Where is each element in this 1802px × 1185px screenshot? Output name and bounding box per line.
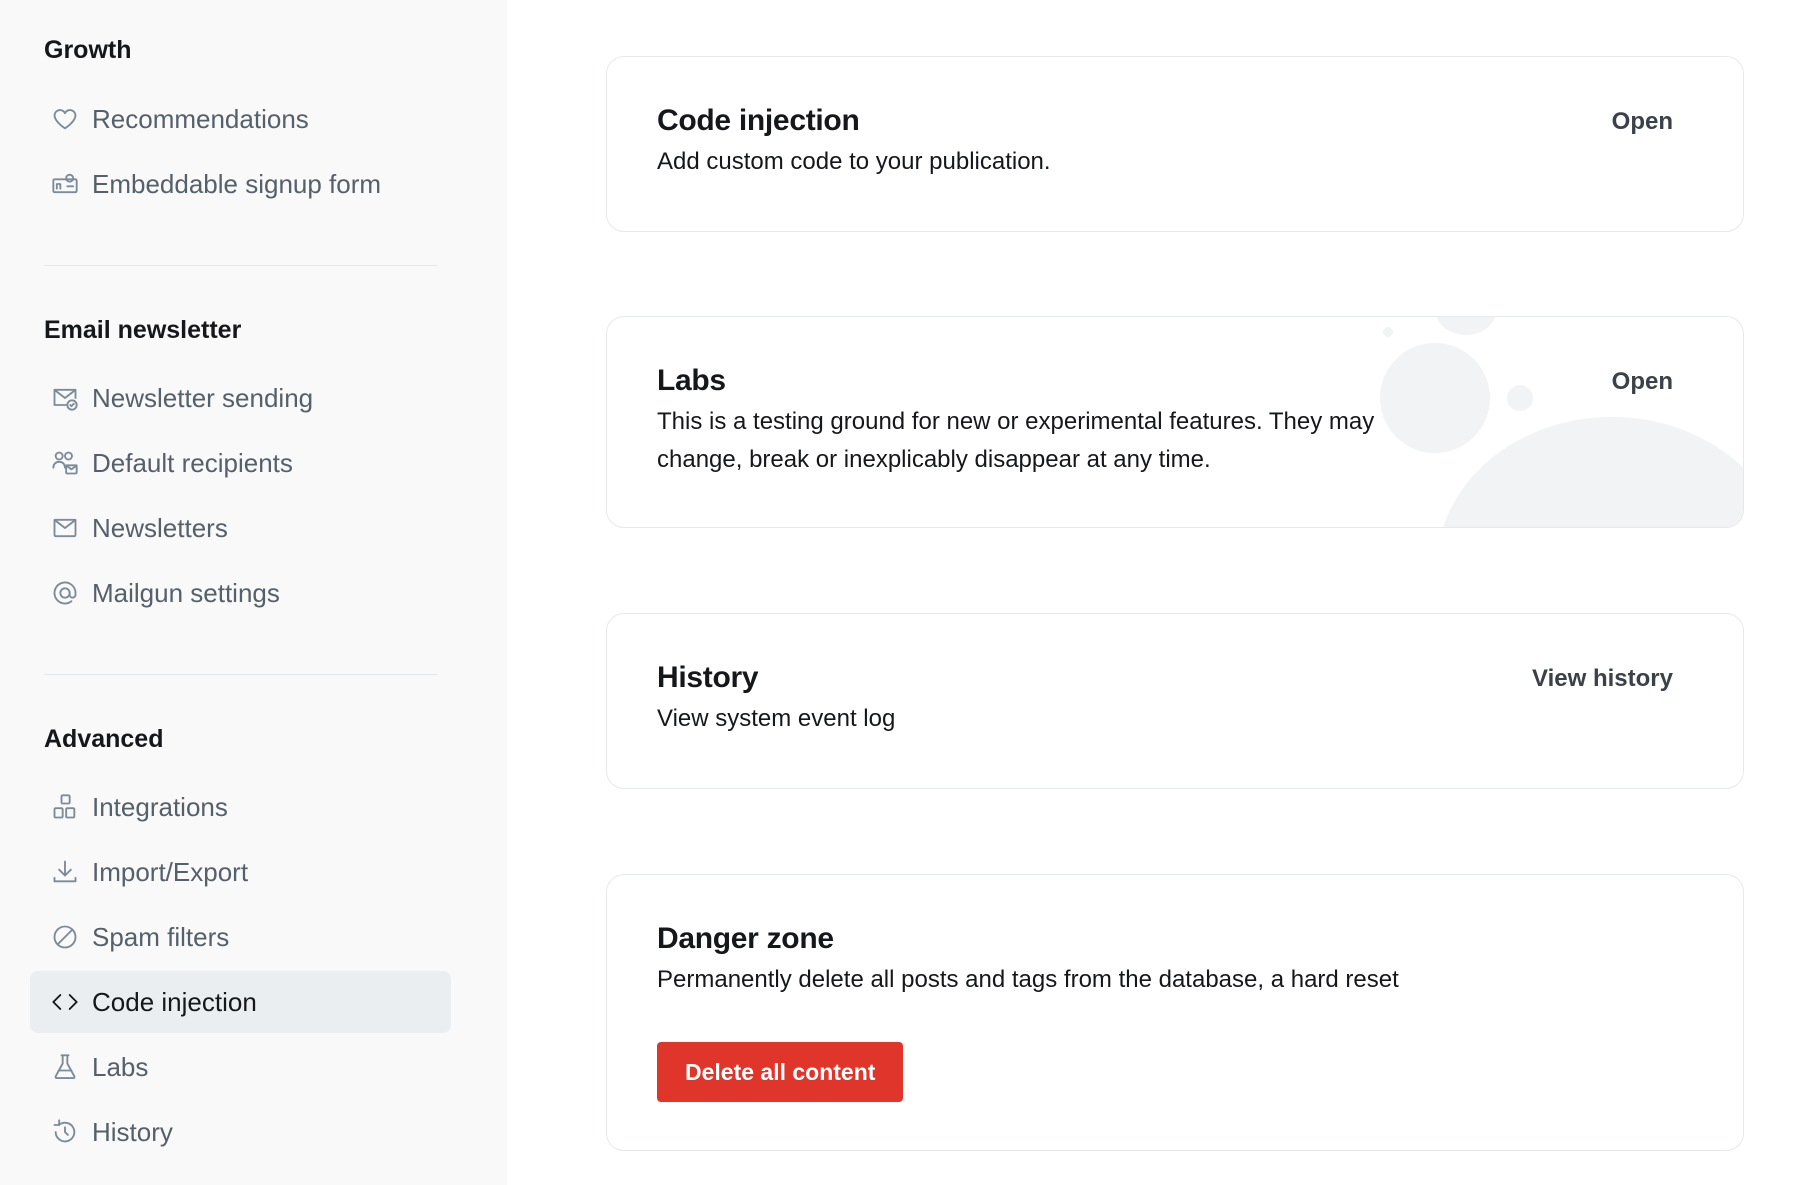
- open-labs-button[interactable]: Open: [1612, 368, 1673, 396]
- sidebar-divider: [44, 265, 438, 266]
- sidebar-item-label: Spam filters: [92, 921, 230, 952]
- card-description: This is a testing ground for new or expe…: [657, 408, 1375, 473]
- sidebar-item-label: Default recipients: [92, 447, 293, 478]
- sidebar-item-integrations[interactable]: Integrations: [30, 776, 451, 838]
- card-title: Labs: [657, 364, 726, 397]
- view-history-button[interactable]: View history: [1532, 665, 1673, 693]
- sidebar-item-label: Mailgun settings: [92, 577, 280, 608]
- sidebar-item-label: Code injection: [92, 986, 257, 1017]
- sidebar-item-mailgun-settings[interactable]: Mailgun settings: [30, 562, 451, 624]
- sidebar-divider: [44, 674, 438, 675]
- sidebar-item-label: Integrations: [92, 791, 228, 822]
- open-code-injection-button[interactable]: Open: [1612, 108, 1673, 136]
- envelope-icon: [50, 513, 80, 543]
- heart-icon: [50, 104, 80, 134]
- code-injection-card: Code injection Add custom code to your p…: [606, 56, 1744, 232]
- sidebar-item-embeddable-signup-form[interactable]: Embeddable signup form: [30, 153, 451, 215]
- users-icon: [50, 448, 80, 478]
- section-title-growth: Growth: [44, 36, 132, 64]
- mail-check-icon: [50, 383, 80, 413]
- card-description: View system event log: [657, 705, 896, 732]
- section-title-advanced: Advanced: [44, 725, 164, 753]
- sidebar-item-label: Newsletter sending: [92, 382, 314, 413]
- decorative-bubble: [1507, 385, 1533, 411]
- sidebar-item-label: History: [92, 1116, 173, 1147]
- danger-zone-card: Danger zone Permanently delete all posts…: [606, 874, 1744, 1151]
- sidebar-item-label: Labs: [92, 1051, 149, 1082]
- sidebar-item-label: Recommendations: [92, 103, 309, 134]
- history-icon: [50, 1117, 80, 1147]
- card-title: History: [657, 661, 759, 694]
- card-title: Code injection: [657, 104, 860, 137]
- sidebar-item-newsletters[interactable]: Newsletters: [30, 497, 451, 559]
- sidebar-item-import-export[interactable]: Import/Export: [30, 841, 451, 903]
- sidebar-item-labs[interactable]: Labs: [30, 1036, 451, 1098]
- flask-icon: [50, 1052, 80, 1082]
- sidebar-item-label: Newsletters: [92, 512, 228, 543]
- block-icon: [50, 922, 80, 952]
- sidebar-item-default-recipients[interactable]: Default recipients: [30, 432, 451, 494]
- decorative-bubble: [1437, 417, 1743, 527]
- download-icon: [50, 857, 80, 887]
- decorative-bubble: [1383, 327, 1393, 337]
- sidebar-item-recommendations[interactable]: Recommendations: [30, 88, 451, 150]
- card-description: Permanently delete all posts and tags fr…: [657, 966, 1399, 993]
- sidebar-item-label: Import/Export: [92, 856, 249, 887]
- delete-all-content-button[interactable]: Delete all content: [657, 1042, 904, 1102]
- blocks-icon: [50, 792, 80, 822]
- settings-sidebar: Growth Recommendations Embeddable signup…: [0, 0, 507, 1185]
- sidebar-item-code-injection[interactable]: Code injection: [30, 971, 451, 1033]
- sidebar-item-label: Embeddable signup form: [92, 168, 382, 199]
- labs-card: Labs This is a testing ground for new or…: [606, 316, 1744, 528]
- decorative-bubble: [1436, 317, 1496, 335]
- sidebar-item-history[interactable]: History: [30, 1101, 451, 1163]
- card-title: Danger zone: [657, 922, 834, 955]
- sidebar-item-spam-filters[interactable]: Spam filters: [30, 906, 451, 968]
- section-title-email-newsletter: Email newsletter: [44, 316, 242, 344]
- code-icon: [50, 987, 80, 1017]
- history-card: History View system event log View histo…: [606, 613, 1744, 789]
- sidebar-item-newsletter-sending[interactable]: Newsletter sending: [30, 367, 451, 429]
- signup-form-icon: [50, 169, 80, 199]
- at-icon: [50, 578, 80, 608]
- card-description: Add custom code to your publication.: [657, 148, 1051, 175]
